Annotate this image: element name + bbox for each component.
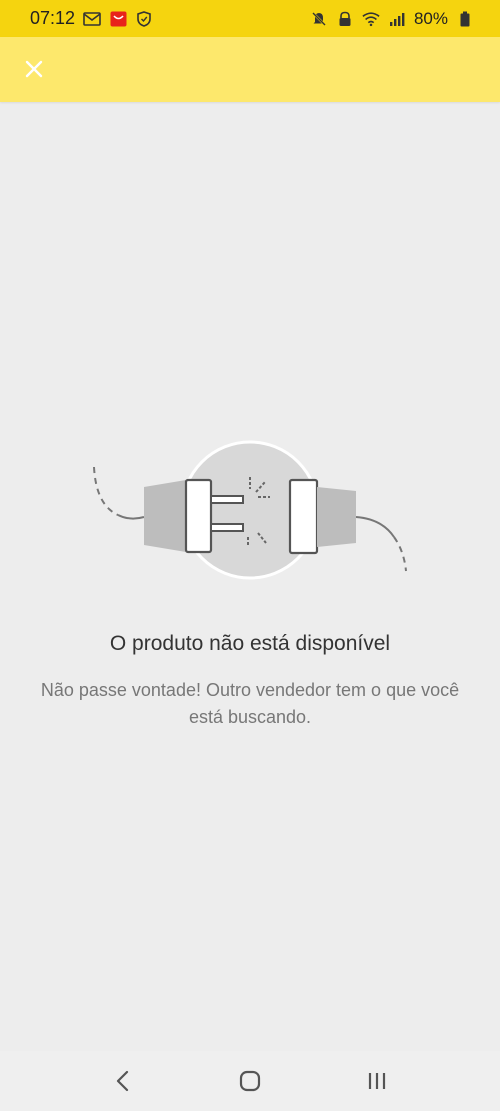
battery-percent: 80%: [413, 8, 448, 28]
wifi-icon: [362, 10, 380, 28]
close-button[interactable]: [18, 53, 50, 85]
shield-icon: [135, 10, 153, 28]
back-button[interactable]: [103, 1061, 143, 1101]
lock-icon: [336, 10, 354, 28]
mail-icon: [83, 10, 101, 28]
status-bar: 07:12 80%: [0, 0, 500, 37]
app-bar: [0, 37, 500, 102]
battery-icon: [456, 10, 474, 28]
app-notification-icon: [109, 10, 127, 28]
back-icon: [117, 1070, 129, 1092]
signal-icon: [388, 10, 406, 28]
status-left: 07:12: [30, 8, 153, 29]
mute-icon: [310, 10, 328, 28]
unplugged-connector-icon: [80, 425, 420, 595]
recent-apps-button[interactable]: [357, 1061, 397, 1101]
recent-apps-icon: [368, 1073, 385, 1089]
navigation-bar: [0, 1051, 500, 1111]
empty-state-title: O produto não está disponível: [109, 632, 391, 655]
status-right: 80%: [310, 9, 474, 29]
home-icon: [239, 1070, 261, 1092]
empty-state-message: Não passe vontade! Outro vendedor tem o …: [40, 680, 460, 727]
status-time: 07:12: [30, 8, 76, 28]
close-icon: [25, 60, 43, 78]
home-button[interactable]: [230, 1061, 270, 1101]
